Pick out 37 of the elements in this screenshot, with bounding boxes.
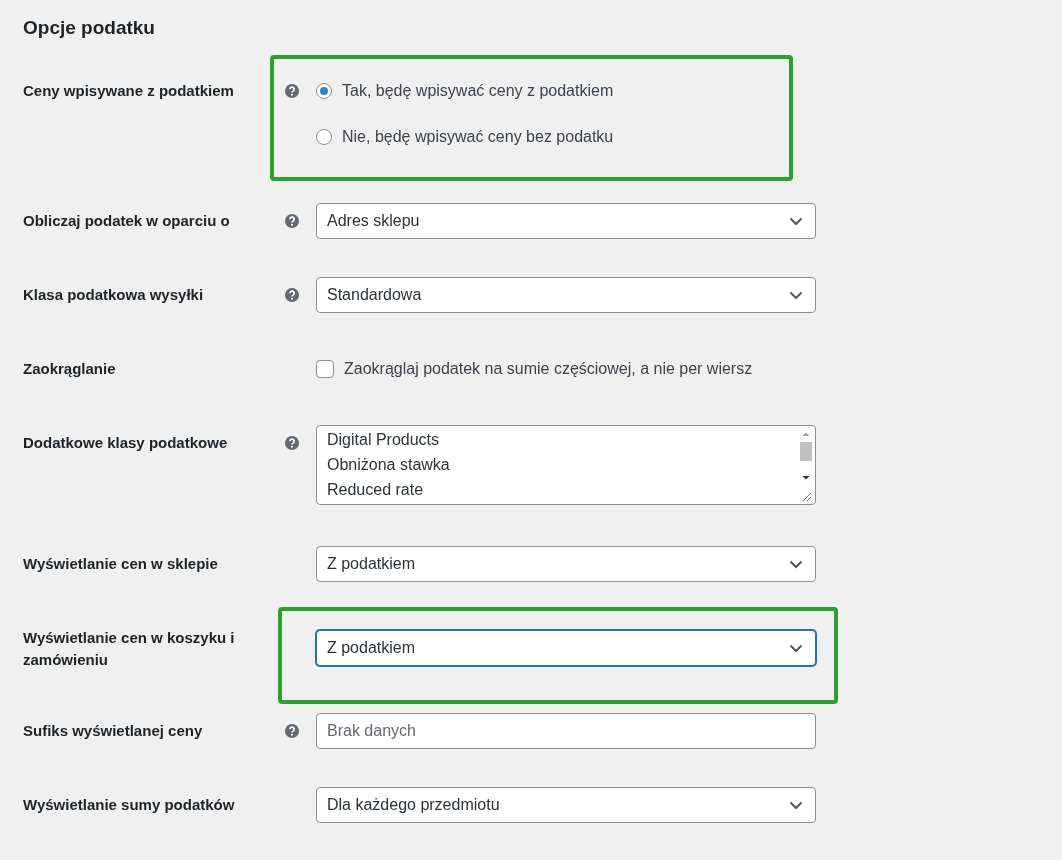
dropdown[interactable]: Z podatkiem [316,546,816,582]
radio-button[interactable] [316,83,332,99]
help-icon[interactable] [285,724,299,738]
help-icon[interactable] [285,214,299,228]
radio-label[interactable]: Tak, będę wpisywać ceny z podatkiem [342,82,614,100]
chevron-down-icon [789,216,803,226]
setting-label: Klasa podatkowa wysyłki [23,285,205,305]
radio-button[interactable] [316,129,332,145]
dropdown[interactable]: Z podatkiem [316,630,816,666]
setting-label: Zaokrąglanie [23,359,117,379]
help-icon[interactable] [285,436,299,450]
text-field[interactable]: Brak danych [316,713,816,749]
checkbox[interactable] [316,360,334,378]
dropdown[interactable]: Adres sklepu [316,203,816,239]
checkbox-label[interactable]: Zaokrąglaj podatek na sumie częściowej, a nie per wiersz [344,360,753,378]
setting-label: Sufiks wyświetlanej ceny [23,721,204,741]
help-icon[interactable] [285,84,299,98]
chevron-down-icon [789,559,803,569]
setting-label: Wyświetlanie sumy podatków [23,795,236,815]
dropdown[interactable]: Standardowa [316,277,816,313]
chevron-down-icon [789,290,803,300]
setting-label: Ceny wpisywane z podatkiem [23,81,235,101]
chevron-down-icon [789,643,803,653]
section-heading: Opcje podatku [23,16,156,40]
setting-label: Dodatkowe klasy podatkowe [23,433,229,453]
list-option[interactable]: Reduced rate [327,477,424,502]
setting-label: Wyświetlanie cen w sklepie [23,554,219,574]
list-option[interactable]: Digital Products [327,427,440,452]
setting-label: Wyświetlanie cen w koszyku i zamówieniu [23,628,236,670]
list-option[interactable]: Obniżona stawka [327,452,450,477]
chevron-down-icon [789,800,803,810]
setting-label: Obliczaj podatek w oparciu o [23,211,231,231]
resize-grip-icon[interactable] [800,490,812,502]
help-icon[interactable] [285,288,299,302]
listbox[interactable]: Digital Products Obniżona stawka Reduced rate [316,425,816,505]
dropdown[interactable]: Dla każdego przedmiotu [316,787,816,823]
radio-label[interactable]: Nie, będę wpisywać ceny bez podatku [342,128,614,146]
